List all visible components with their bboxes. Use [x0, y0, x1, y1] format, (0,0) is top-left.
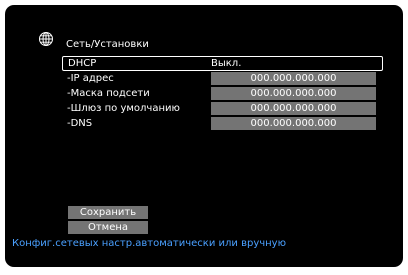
dns-row[interactable]: -DNS 000.000.000.000: [63, 117, 383, 130]
page-title: Сеть/Установки: [66, 39, 149, 50]
help-text: Конфиг.сетевых настр.автоматически или в…: [12, 238, 287, 249]
dhcp-row[interactable]: DHCP Выкл.: [62, 56, 383, 71]
dns-label: -DNS: [67, 118, 93, 129]
subnet-mask-label: -Маска подсети: [67, 88, 150, 99]
cancel-button[interactable]: Отмена: [68, 221, 148, 234]
dhcp-label: DHCP: [68, 58, 97, 69]
subnet-mask-field[interactable]: 000.000.000.000: [211, 87, 376, 100]
settings-screen: Сеть/Установки DHCP Выкл. -IP адрес 000.…: [5, 5, 403, 267]
ip-address-label: -IP адрес: [67, 73, 114, 84]
subnet-mask-row[interactable]: -Маска подсети 000.000.000.000: [63, 87, 383, 100]
ip-address-field[interactable]: 000.000.000.000: [211, 72, 376, 85]
default-gateway-row[interactable]: -Шлюз по умолчанию 000.000.000.000: [63, 102, 383, 115]
dns-field[interactable]: 000.000.000.000: [211, 117, 376, 130]
default-gateway-field[interactable]: 000.000.000.000: [211, 102, 376, 115]
default-gateway-label: -Шлюз по умолчанию: [67, 103, 180, 114]
save-button[interactable]: Сохранить: [68, 206, 148, 219]
dhcp-value: Выкл.: [211, 58, 242, 69]
globe-icon: [39, 32, 53, 46]
ip-address-row[interactable]: -IP адрес 000.000.000.000: [63, 72, 383, 85]
